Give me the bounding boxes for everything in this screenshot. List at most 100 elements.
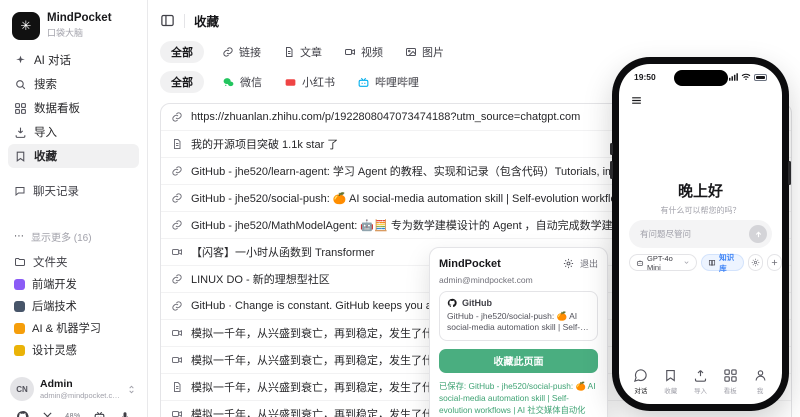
ellipsis-icon: ⋯ — [14, 231, 24, 242]
send-button[interactable] — [749, 225, 767, 243]
chevron-down-icon — [683, 259, 690, 266]
type-filter-chip[interactable]: 图片 — [401, 41, 448, 63]
bookmark-title: 模拟一千年，从兴盛到衰亡，再到稳定，发生了什么？ — [191, 325, 455, 341]
bookmark-title: 【闪客】一小时从函数到 Transformer — [191, 244, 375, 260]
article-icon — [171, 138, 183, 150]
filter-label: 全部 — [171, 74, 193, 90]
sidebar-nav-label: 搜索 — [34, 76, 57, 92]
bookmark-title: 模拟一千年，从兴盛到衰亡，再到稳定，发生了什么？ — [191, 379, 455, 395]
source-filter-chip[interactable]: 哔哩哔哩 — [353, 71, 423, 93]
phone-nav-tab[interactable]: 看板 — [715, 368, 745, 395]
sidebar: ✳ MindPocket 口袋大脑 AI 对话 — [0, 0, 148, 417]
avatar: CN — [10, 377, 34, 401]
sidebar-nav: AI 对话 搜索 数据看板 — [8, 48, 139, 168]
folder-label: AI & 机器学习 — [32, 320, 101, 336]
source-filter-chip[interactable]: 小红书 — [280, 71, 339, 93]
type-filter-chip[interactable]: 文章 — [279, 41, 326, 63]
source-filter-chip[interactable]: 微信 — [218, 71, 266, 93]
show-more-button[interactable]: ⋯ 显示更多 (16) — [8, 226, 139, 247]
dashboard-icon — [723, 368, 738, 383]
video-icon — [171, 327, 183, 339]
chat-history-list — [8, 202, 139, 226]
link-icon — [171, 219, 183, 231]
bookmark-title: 模拟一千年，从兴盛到衰亡，再到稳定，发生了什么？ — [191, 352, 455, 368]
power-button — [788, 161, 791, 185]
book-icon — [708, 259, 716, 267]
filter-label: 文章 — [300, 44, 322, 60]
phone-nav-label: 看板 — [724, 385, 737, 395]
filter-label: 链接 — [239, 44, 261, 60]
link-icon — [171, 165, 183, 177]
phone-nav-label: 收藏 — [664, 385, 677, 395]
bookmark-icon — [14, 150, 27, 163]
chat-input-placeholder: 有问题尽管问 — [640, 228, 691, 240]
video-icon — [171, 354, 183, 366]
folder-color-icon — [14, 323, 25, 334]
filter-label: 图片 — [422, 44, 444, 60]
import-icon — [693, 368, 708, 383]
dynamic-island — [674, 70, 728, 86]
filter-label: 微信 — [240, 74, 262, 90]
folder-label: 设计灵感 — [32, 342, 77, 358]
menu-icon[interactable] — [630, 94, 643, 112]
current-page-card: GitHub GitHub - jhe520/social-push: 🍊 AI… — [439, 291, 598, 341]
logout-button[interactable]: 退出 — [580, 257, 598, 270]
sidebar-nav-item[interactable]: 导入 — [8, 120, 139, 144]
github-icon[interactable] — [16, 410, 29, 417]
type-filter-chip[interactable]: 视频 — [340, 41, 387, 63]
bilibili-icon — [357, 76, 370, 89]
phone-nav-tab[interactable]: 对话 — [626, 368, 656, 395]
chat-history-header: 聊天记录 — [8, 180, 139, 202]
header-separator — [184, 14, 185, 28]
wifi-icon — [741, 73, 751, 81]
greeting-block: 晚上好 有什么可以帮您的吗？ — [619, 180, 782, 216]
save-page-button[interactable]: 收藏此页面 — [439, 349, 598, 373]
settings-pill[interactable] — [748, 254, 763, 271]
sidebar-nav-item[interactable]: 收藏 — [8, 144, 139, 168]
bilibili-tv-icon[interactable] — [93, 410, 106, 417]
phone-nav-tab[interactable]: 导入 — [686, 368, 716, 395]
footer-badge: 48% — [65, 413, 81, 417]
dashboard-icon — [14, 102, 27, 115]
robot-icon — [636, 259, 644, 267]
model-selector[interactable]: GPT-4o Mini — [629, 254, 697, 271]
folder-item[interactable]: 前端开发 — [8, 273, 139, 295]
link-icon — [171, 192, 183, 204]
chevron-updown-icon — [126, 384, 137, 395]
filter-label: 小红书 — [302, 74, 335, 90]
chat-input[interactable]: 有问题尽管问 — [629, 220, 772, 248]
folder-item[interactable]: 后端技术 — [8, 295, 139, 317]
phone-nav-tab[interactable]: 我 — [745, 368, 775, 395]
add-pill[interactable] — [767, 254, 782, 271]
sidebar-nav-item[interactable]: 数据看板 — [8, 96, 139, 120]
app-title: MindPocket — [47, 12, 112, 26]
gear-icon[interactable] — [563, 258, 574, 269]
sidebar-nav-label: 导入 — [34, 124, 57, 140]
x-icon[interactable] — [42, 411, 53, 417]
app-window: ✳ MindPocket 口袋大脑 AI 对话 — [0, 0, 800, 417]
sparkle-icon — [14, 54, 27, 67]
panel-toggle-icon[interactable] — [160, 13, 175, 28]
saved-status-text: 已保存: GitHub - jhe520/social-push: 🍊 AI s… — [439, 380, 598, 417]
import-icon — [14, 126, 27, 139]
knowledge-base-toggle[interactable]: 知识库 — [701, 254, 744, 271]
account-switcher[interactable]: CN Admin admin@mindpocket.com — [8, 373, 139, 403]
main-header: 收藏 — [160, 11, 792, 30]
folder-item[interactable]: 设计灵感 — [8, 339, 139, 361]
link-icon — [171, 273, 183, 285]
phone-nav-label: 对话 — [634, 385, 647, 395]
type-filter-chip[interactable]: 链接 — [218, 41, 265, 63]
phone-nav-tab[interactable]: 收藏 — [656, 368, 686, 395]
type-filter-chip[interactable]: 全部 — [160, 41, 204, 63]
folder-color-icon — [14, 345, 25, 356]
bookmark-title: https://zhuanlan.zhihu.com/p/19228080470… — [191, 111, 580, 123]
bookmark-icon — [663, 368, 678, 383]
source-filter-chip[interactable]: 全部 — [160, 71, 204, 93]
sidebar-nav-item[interactable]: AI 对话 — [8, 48, 139, 72]
popup-title: MindPocket — [439, 258, 557, 270]
microphone-icon[interactable] — [119, 411, 131, 417]
folder-item[interactable]: AI & 机器学习 — [8, 317, 139, 339]
sidebar-nav-item[interactable]: 搜索 — [8, 72, 139, 96]
app-logo: ✳ MindPocket 口袋大脑 — [8, 10, 139, 48]
filter-label: 全部 — [171, 44, 193, 60]
